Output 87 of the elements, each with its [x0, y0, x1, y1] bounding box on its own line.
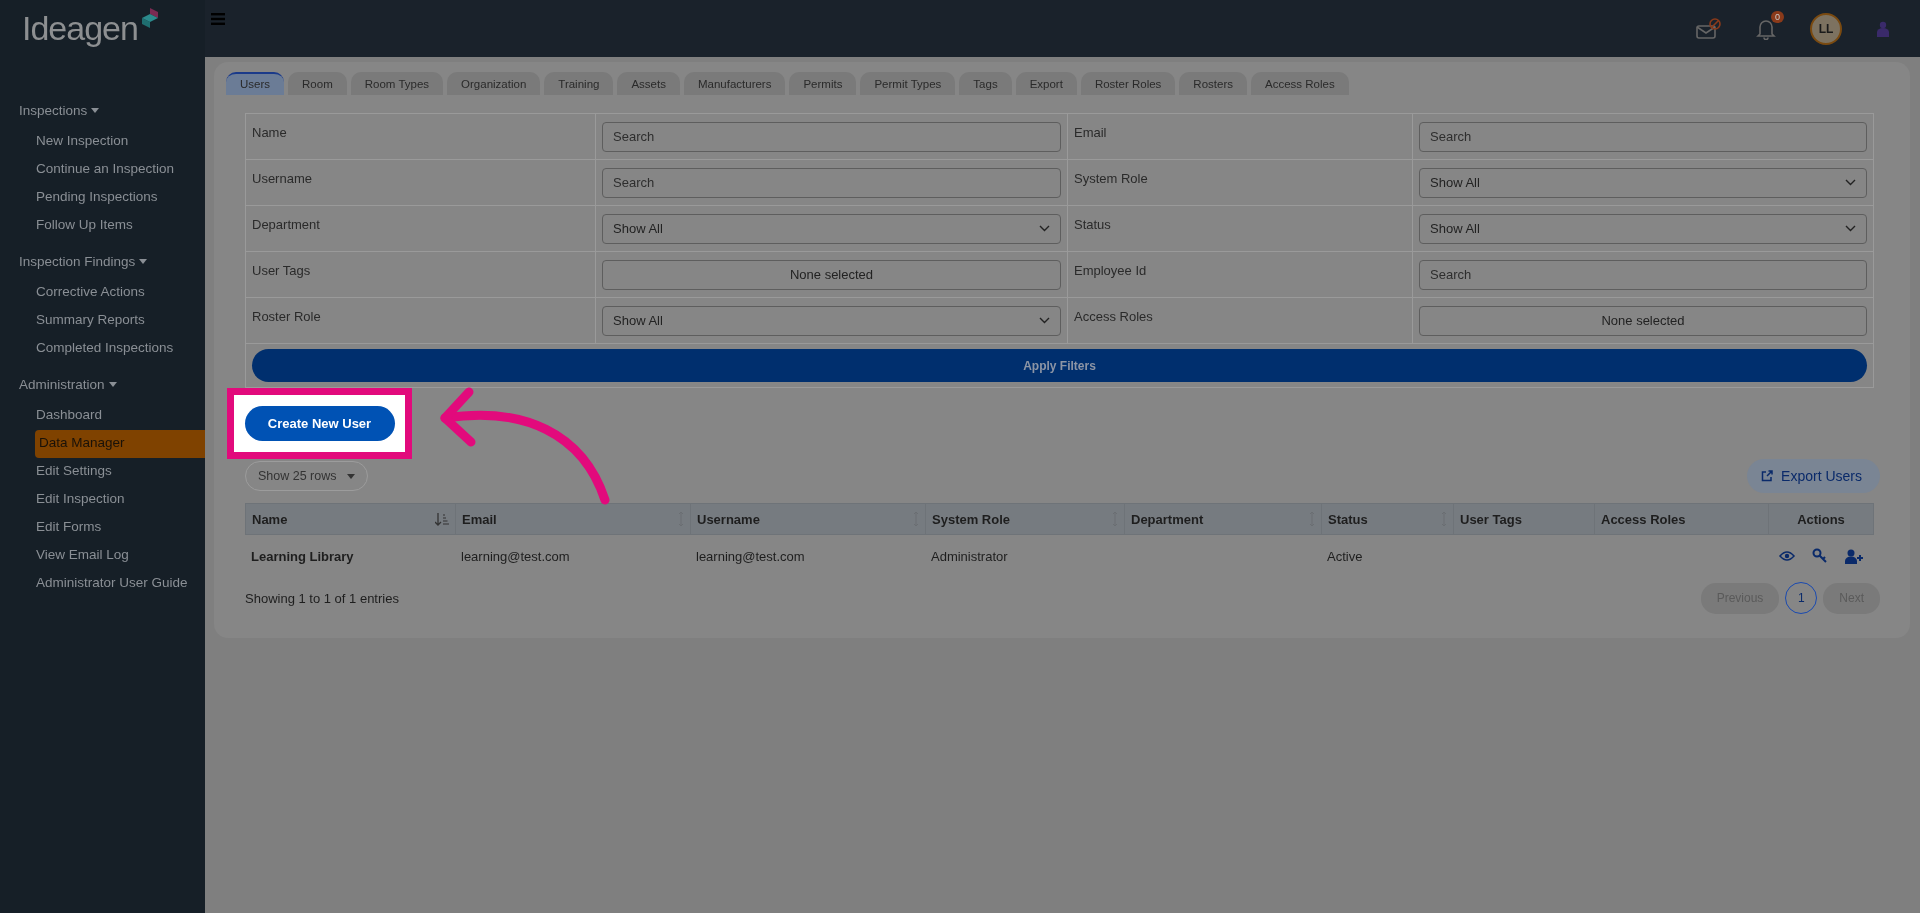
user-avatar[interactable]: LL [1810, 12, 1842, 45]
multi-select[interactable]: None selected [602, 259, 1061, 290]
sidebar-section-toggle[interactable]: Inspection Findings [0, 248, 148, 279]
create-user-button[interactable]: Create New User [244, 406, 395, 441]
notification-badge: 0 [1771, 10, 1784, 23]
sidebar-item[interactable]: Follow Up Items [30, 212, 205, 240]
tab[interactable]: Tags [959, 72, 1012, 95]
page-button[interactable]: 1 [1785, 582, 1818, 614]
tab[interactable]: Training [544, 72, 614, 95]
search-field[interactable]: Search [602, 167, 1061, 198]
caret-icon [346, 473, 355, 479]
column-header[interactable]: Name [246, 504, 456, 534]
column-header[interactable]: Actions [1769, 504, 1873, 534]
sidebar-item[interactable]: Pending Inspections [30, 184, 205, 212]
tab[interactable]: Permit Types [860, 72, 956, 95]
dropdown[interactable]: Show All [602, 305, 1061, 336]
column-header[interactable]: Username [691, 504, 926, 534]
column-header[interactable]: Email [456, 504, 691, 534]
chevron-icon [1845, 225, 1856, 232]
entries-summary: Showing 1 to 1 of 1 entries [245, 590, 399, 606]
filter-label: User Tags [252, 263, 311, 278]
mail-blocked-icon[interactable] [1696, 17, 1722, 40]
filter-label: System Role [1074, 171, 1148, 186]
export-icon [1761, 470, 1774, 482]
caret-icon [91, 108, 100, 113]
table-cell: learning@test.com [461, 548, 570, 564]
chevron-icon [1039, 317, 1050, 324]
filter-label: Status [1074, 217, 1111, 232]
filter-label: Username [252, 171, 312, 186]
column-header[interactable]: User Tags [1454, 504, 1595, 534]
table-cell: learning@test.com [696, 548, 805, 564]
tab[interactable]: Assets [617, 72, 680, 95]
tab[interactable]: Manufacturers [683, 72, 786, 95]
sidebar-item[interactable]: Corrective Actions [30, 279, 205, 307]
filter-label: Email [1074, 125, 1107, 140]
search-field[interactable]: Search [1419, 121, 1867, 152]
column-header[interactable]: Status [1322, 504, 1454, 534]
tab[interactable]: Access Roles [1251, 72, 1349, 95]
sidebar-item[interactable]: Edit Settings [30, 458, 205, 486]
sidebar-item[interactable]: New Inspection [30, 128, 205, 156]
dropdown[interactable]: Show All [1419, 213, 1867, 244]
export-users-button[interactable]: Export Users [1747, 459, 1880, 493]
brand-logo-text: Ideagen [22, 9, 138, 48]
filter-label: Name [252, 125, 287, 140]
dropdown[interactable]: Show All [1419, 167, 1867, 198]
view-icon[interactable] [1779, 550, 1795, 562]
tab[interactable]: Room [288, 72, 347, 95]
tab[interactable]: Permits [789, 72, 857, 95]
chevron-icon [1845, 179, 1856, 186]
search-field[interactable]: Search [1419, 259, 1867, 290]
sidebar-item[interactable]: Administrator User Guide [30, 570, 205, 598]
tab[interactable]: Users [226, 72, 285, 95]
tab[interactable]: Roster Roles [1080, 72, 1176, 95]
bell-icon[interactable] [1756, 17, 1776, 40]
dropdown[interactable]: Show All [602, 213, 1061, 244]
chevron-icon [1039, 225, 1050, 232]
caret-icon [108, 382, 117, 387]
sidebar-section-toggle[interactable]: Inspections [0, 97, 100, 128]
filter-label: Department [252, 217, 320, 232]
filter-label: Employee Id [1074, 263, 1147, 278]
sidebar-item[interactable]: Edit Forms [30, 514, 205, 542]
sidebar-item[interactable]: Summary Reports [30, 307, 205, 335]
sidebar-item[interactable]: Edit Inspection [30, 486, 205, 514]
table-cell: Learning Library [251, 548, 354, 564]
tab[interactable]: Rosters [1179, 72, 1247, 95]
filter-label: Access Roles [1074, 309, 1153, 324]
multi-select[interactable]: None selected [1419, 305, 1867, 336]
add-user-icon[interactable] [1845, 548, 1864, 564]
caret-icon [139, 259, 148, 264]
filter-label: Roster Role [252, 309, 321, 324]
key-icon[interactable] [1812, 548, 1828, 564]
sidebar-item[interactable]: Completed Inspections [30, 335, 205, 363]
column-header[interactable]: Access Roles [1595, 504, 1769, 534]
sidebar-section-toggle[interactable]: Administration [0, 371, 117, 402]
tab[interactable]: Export [1015, 72, 1077, 95]
tab[interactable]: Room Types [350, 72, 444, 95]
apply-filters-button[interactable]: Apply Filters [252, 349, 1867, 382]
table-cell: Administrator [931, 548, 1008, 564]
column-header[interactable]: System Role [926, 504, 1125, 534]
sidebar-item[interactable]: View Email Log [30, 542, 205, 570]
sidebar-item[interactable]: Data Manager [35, 430, 205, 458]
tab[interactable]: Organization [447, 72, 541, 95]
sidebar-item[interactable]: Continue an Inspection [30, 156, 205, 184]
column-header[interactable]: Department [1125, 504, 1322, 534]
sidebar-item[interactable]: Dashboard [30, 402, 205, 430]
table-cell: Active [1327, 548, 1363, 564]
search-field[interactable]: Search [602, 121, 1061, 152]
